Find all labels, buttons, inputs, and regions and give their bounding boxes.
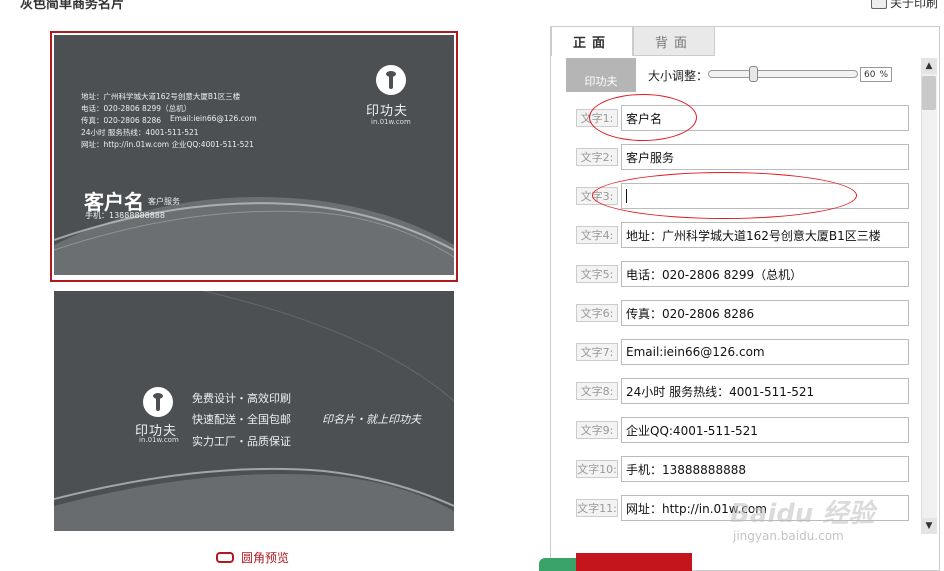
size-slider-track[interactable]: [708, 70, 858, 78]
front-phone: 电话：020-2806 8299（总机）: [81, 104, 192, 113]
tab-back[interactable]: 背面: [633, 26, 715, 56]
text-row-input[interactable]: 手机：13888888888: [621, 456, 909, 482]
logo-icon: [143, 387, 173, 417]
front-thumbnail[interactable]: 印功夫: [566, 58, 636, 92]
text-row-input[interactable]: 客户服务: [621, 144, 909, 170]
size-value-field[interactable]: 60 %: [860, 67, 892, 82]
page-title: 灰色简单商务名片: [20, 0, 125, 12]
front-brand: 印功夫: [366, 104, 409, 119]
rounded-rect-icon: [216, 552, 234, 563]
front-address: 地址：广州科学城大道162号创意大厦B1区三楼: [81, 92, 241, 101]
text-row-label: 文字11:: [576, 499, 618, 517]
text-row-value: 地址：广州科学城大道162号创意大厦B1区三楼: [626, 228, 881, 243]
scroll-down-arrow-icon[interactable]: ▼: [921, 518, 937, 534]
size-unit: %: [879, 69, 888, 80]
scroll-up-arrow-icon[interactable]: ▲: [921, 58, 937, 74]
size-slider-knob[interactable]: [749, 66, 758, 82]
back-slogan: 免费设计・高效印刷: [192, 392, 291, 405]
text-row-value: 手机：13888888888: [626, 462, 746, 477]
text-row-label: 文字7:: [576, 343, 618, 361]
text-row-input[interactable]: 传真：020-2806 8286: [621, 300, 909, 326]
round-preview-label: 圆角预览: [241, 551, 290, 565]
about-print-link[interactable]: 关于印刷: [870, 0, 938, 11]
front-fax: 传真：020-2806 8286: [81, 116, 162, 125]
text-row-input[interactable]: 24小时 服务热线：4001-511-521: [621, 378, 909, 404]
text-row-value: 客户服务: [626, 150, 675, 165]
text-row-value: 电话：020-2806 8299（总机）: [626, 267, 803, 282]
text-row-input[interactable]: 电话：020-2806 8299（总机）: [621, 261, 909, 287]
text-row-label: 文字6:: [576, 304, 618, 322]
text-row-label: 文字2:: [576, 148, 618, 166]
text-row-value: 传真：020-2806 8286: [626, 306, 755, 321]
back-slogan: 快速配送・全国包邮: [192, 413, 291, 426]
back-slogan: 实力工厂・品质保证: [192, 435, 291, 448]
size-adjust-label: 大小调整：: [648, 69, 709, 83]
back-domain: in.01w.com: [139, 436, 179, 444]
front-mobile: 手机：13888888888: [85, 211, 165, 220]
watermark-url: jingyan.baidu.com: [733, 529, 844, 543]
text-row-value: 24小时 服务热线：4001-511-521: [626, 384, 815, 399]
red-button[interactable]: [576, 553, 692, 571]
annotation-circle: [589, 94, 697, 141]
baidu-watermark: Baidu 经验: [730, 499, 875, 529]
text-row-label: 文字5:: [576, 265, 618, 283]
size-value: 60: [864, 69, 876, 80]
front-email: Email:iein66@126.com: [170, 114, 257, 123]
text-row-label: 文字8:: [576, 382, 618, 400]
about-print-label: 关于印刷: [889, 0, 938, 10]
round-corner-preview-toggle[interactable]: 圆角预览: [216, 549, 289, 566]
front-website-qq: 网址：http://in.01w.com 企业QQ:4001-511-521: [81, 140, 254, 149]
front-customer-service: 客户服务: [148, 197, 180, 206]
front-domain: in.01w.com: [371, 118, 411, 126]
tab-front[interactable]: 正面: [551, 26, 633, 56]
text-row-label: 文字10:: [576, 460, 618, 478]
front-card-preview[interactable]: 地址：广州科学城大道162号创意大厦B1区三楼 电话：020-2806 8299…: [54, 35, 454, 275]
text-row-input[interactable]: 企业QQ:4001-511-521: [621, 417, 909, 443]
back-signature: 印名片・就上印功夫: [322, 413, 421, 426]
printer-icon: [870, 0, 887, 9]
text-row-input[interactable]: 地址：广州科学城大道162号创意大厦B1区三楼: [621, 222, 909, 248]
scroll-thumb[interactable]: [922, 76, 936, 110]
logo-icon: [376, 65, 406, 95]
text-row-label: 文字4:: [576, 226, 618, 244]
text-row-value: 企业QQ:4001-511-521: [626, 423, 758, 438]
text-row-value: Email:iein66@126.com: [626, 345, 765, 359]
front-hotline: 24小时 服务热线：4001-511-521: [81, 128, 199, 137]
back-card-preview[interactable]: 印功夫 in.01w.com 免费设计・高效印刷 快速配送・全国包邮 实力工厂・…: [54, 291, 454, 531]
annotation-circle: [592, 172, 857, 219]
text-row-input[interactable]: Email:iein66@126.com: [621, 339, 909, 365]
text-row-label: 文字9:: [576, 421, 618, 439]
scrollbar[interactable]: [921, 58, 937, 534]
